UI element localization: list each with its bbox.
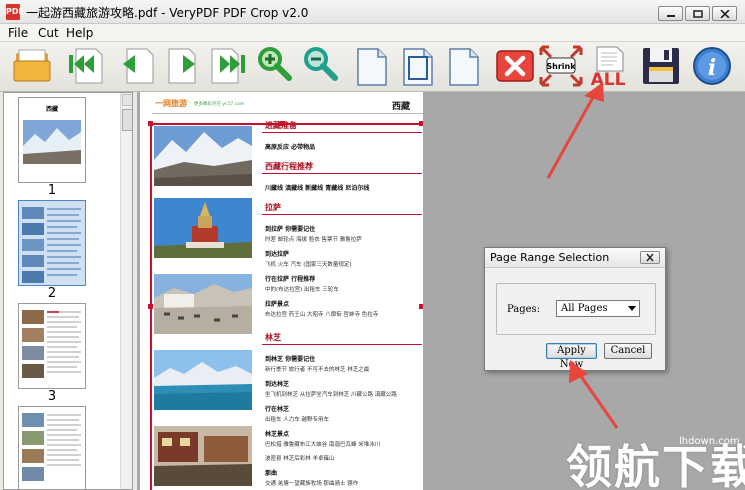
watermark-logo: 领航下载 [566,440,745,490]
chevron-down-icon [628,306,636,311]
zoom-in-button[interactable] [254,45,298,87]
maximize-button[interactable] [685,6,710,21]
minimize-button[interactable] [658,6,683,21]
page-view-button-3[interactable] [444,45,488,87]
page-view-button-2[interactable] [398,45,442,87]
menu-file[interactable]: File [8,26,28,40]
folder-open-icon [13,49,51,82]
page-header-title: 西藏 [392,102,411,112]
dialog-title-bar: Page Range Selection [485,248,665,268]
last-page-button[interactable] [208,45,252,87]
thumbnail-number: 2 [47,286,57,301]
open-folder-button[interactable] [10,45,54,87]
dialog-title: Page Range Selection [490,251,610,264]
close-icon [720,10,730,18]
crop-handle-middle-left[interactable] [148,304,153,309]
thumbnail-page-4[interactable] [18,406,86,489]
maximize-icon [693,10,703,18]
previous-page-icon [123,48,154,84]
menu-bar: File Cut Help [0,24,745,42]
thumbnail-page-3[interactable] [18,303,86,389]
pdf-page: 一网旅游 更多精彩尽在 yc17.com 西藏 高原反应 必带物品 西藏行程推荐… [140,92,423,490]
floppy-disk-icon [643,48,679,84]
next-page-button[interactable] [163,45,207,87]
cancel-button[interactable]: Cancel [604,343,652,359]
thumbnail-page-1[interactable]: 西藏 [18,97,86,183]
app-window: PDF 一起游西藏旅游攻略.pdf - VeryPDF PDF Crop v2.… [0,0,745,490]
zoom-in-icon [258,47,292,81]
close-icon [496,50,534,82]
shrink-label: Shrink [546,62,576,71]
zoom-out-button[interactable] [300,45,344,87]
page-logo-sub: 更多精彩尽在 yc17.com [194,102,245,107]
pages-select-value: All Pages [561,303,608,314]
about-button[interactable]: i [690,45,734,87]
thumbnail-image [22,413,81,481]
zoom-out-icon [304,47,338,81]
thumbnail-page-2[interactable] [18,200,86,286]
page-icon [357,48,387,86]
page-icon [403,48,433,86]
scroll-up-arrow-icon[interactable] [122,94,132,106]
delete-crop-button[interactable] [494,45,538,87]
shrink-icon: Shrink [539,45,583,87]
close-icon [646,253,654,262]
page-view-button-1[interactable] [352,45,396,87]
next-page-icon [168,48,196,84]
crop-selection-rectangle[interactable] [150,123,423,490]
close-window-button[interactable] [712,6,737,21]
minimize-icon [667,15,675,17]
thumbnail-number: 1 [47,183,57,198]
menu-help[interactable]: Help [66,26,93,40]
page-range-dialog: Page Range Selection Pages: All Pages Ap… [484,247,666,371]
thumbnail-image [23,120,81,164]
pages-label: Pages: [507,304,541,315]
thumbnail-heading: 西藏 [45,106,58,113]
last-page-icon [211,48,245,84]
thumbnail-image [22,310,81,378]
thumbnail-scrollbar[interactable] [120,93,132,489]
page-icon [449,48,479,86]
all-label: ALL [591,70,626,87]
crop-handle-top-left[interactable] [148,121,153,126]
thumbnail-pane[interactable]: 西藏 1 2 3 [3,92,133,490]
pdf-file-icon: PDF [6,4,24,20]
pages-select[interactable]: All Pages [556,300,640,317]
toolbar: Shrink ALL i [0,42,745,92]
save-button[interactable] [640,45,684,87]
apply-now-button[interactable]: Apply Now [546,343,597,370]
first-page-icon [69,48,103,84]
all-pages-button[interactable]: ALL [587,45,631,87]
menu-cut[interactable]: Cut [38,26,59,40]
crop-handle-middle-right[interactable] [419,304,423,309]
shrink-button[interactable]: Shrink [539,45,583,87]
thumbnail-number: 3 [47,389,57,404]
svg-text:i: i [708,55,716,81]
crop-handle-top-right[interactable] [419,121,423,126]
scrollbar-thumb[interactable] [122,109,132,131]
page-logo: 一网旅游 [155,99,187,108]
header-divider [152,113,423,114]
title-bar: PDF 一起游西藏旅游攻略.pdf - VeryPDF PDF Crop v2.… [0,0,745,24]
window-title: 一起游西藏旅游攻略.pdf - VeryPDF PDF Crop v2.0 [26,6,309,20]
thumbnail-image [19,201,85,285]
dialog-close-button[interactable] [640,251,660,264]
first-page-button[interactable] [62,45,106,87]
all-pages-icon: ALL [591,46,626,87]
info-icon: i [693,47,731,85]
crop-handle-top-middle[interactable] [280,121,285,126]
previous-page-button[interactable] [113,45,157,87]
